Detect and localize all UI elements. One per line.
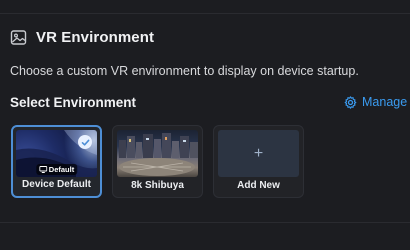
add-environment-placeholder: + xyxy=(218,130,299,177)
add-environment-button[interactable]: + Add New xyxy=(213,125,304,198)
environment-card-label: Add New xyxy=(237,180,280,191)
image-icon xyxy=(10,29,27,46)
bottom-divider xyxy=(0,222,410,223)
plus-icon: + xyxy=(253,144,264,162)
section-description: Choose a custom VR environment to displa… xyxy=(10,64,359,78)
environment-thumbnail: Default xyxy=(16,130,97,177)
gear-icon xyxy=(344,95,357,109)
environment-card-8k-shibuya[interactable]: 8k Shibuya xyxy=(112,125,203,198)
environment-thumbnail xyxy=(117,130,198,177)
environment-card-label: 8k Shibuya xyxy=(131,180,184,191)
select-environment-heading: Select Environment xyxy=(10,95,137,110)
top-divider xyxy=(0,13,410,14)
section-header: VR Environment xyxy=(10,29,154,46)
selected-check-icon xyxy=(78,135,92,149)
page-title: VR Environment xyxy=(36,29,155,46)
monitor-icon xyxy=(38,166,47,173)
default-badge-label: Default xyxy=(48,165,75,174)
manage-button[interactable]: Manage xyxy=(344,95,407,109)
manage-label: Manage xyxy=(362,95,408,109)
default-badge: Default xyxy=(35,164,78,175)
environment-card-label: Device Default xyxy=(22,179,91,190)
environment-card-device-default[interactable]: Default Device Default xyxy=(11,125,102,198)
